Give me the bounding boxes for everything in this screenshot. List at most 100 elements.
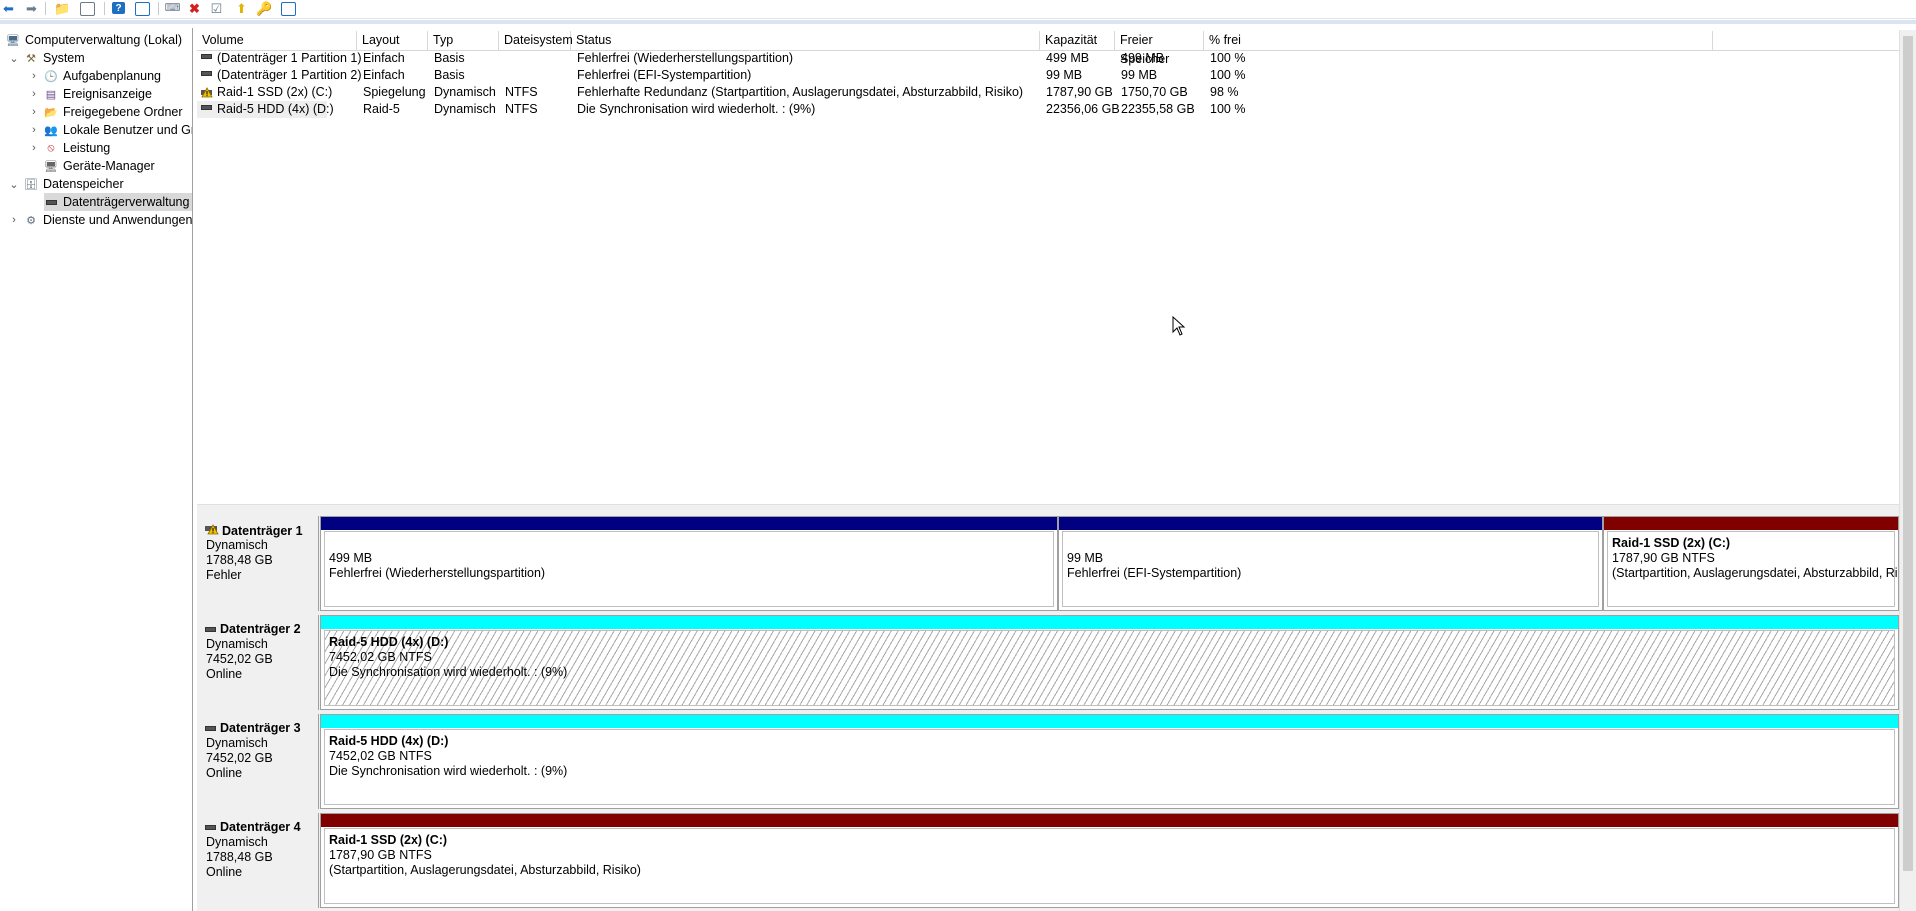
disk-label[interactable]: Datenträger 1 Dynamisch 1788,48 GB Fehle… xyxy=(197,516,319,611)
volume-row[interactable]: (Datenträger 1 Partition 1) Einfach Basi… xyxy=(197,50,1899,67)
disk-row[interactable]: Datenträger 2 Dynamisch 7452,02 GB Onlin… xyxy=(197,615,1899,712)
volume-prozent: 100 % xyxy=(1210,68,1246,82)
disk-row[interactable]: Datenträger 4 Dynamisch 1788,48 GB Onlin… xyxy=(197,813,1899,910)
partition-size: 1787,90 GB NTFS xyxy=(1612,551,1715,565)
volume-row[interactable]: Raid-1 SSD (2x) (C:) Spiegelung Dynamisc… xyxy=(197,84,1899,101)
partition-block[interactable]: Raid-1 SSD (2x) (C:) 1787,90 GB NTFS (St… xyxy=(1603,516,1899,611)
volume-prozent: 100 % xyxy=(1210,102,1246,116)
volume-dateisystem: NTFS xyxy=(505,102,538,116)
column-header-status[interactable]: Status xyxy=(571,31,1040,50)
partition-block[interactable]: Raid-1 SSD (2x) (C:) 1787,90 GB NTFS (St… xyxy=(320,813,1899,908)
export-icon[interactable]: ⬆ xyxy=(234,1,249,16)
chevron-right-icon[interactable]: › xyxy=(28,142,40,154)
volume-kapazitaet: 99 MB xyxy=(1046,68,1083,82)
disk-row[interactable]: Datenträger 1 Dynamisch 1788,48 GB Fehle… xyxy=(197,516,1899,613)
console-tree[interactable]: 🖥 Computerverwaltung (Lokal) ⌄ ⚒ System … xyxy=(0,28,193,911)
disk-row[interactable]: Datenträger 3 Dynamisch 7452,02 GB Onlin… xyxy=(197,714,1899,811)
vertical-scrollbar[interactable] xyxy=(1899,30,1916,911)
volume-kapazitaet: 22356,06 GB xyxy=(1046,102,1120,116)
back-icon[interactable]: ⬅ xyxy=(1,1,16,16)
tree-item-datentraegerverwaltung[interactable]: Datenträgerverwaltung xyxy=(44,193,192,211)
chevron-down-icon[interactable]: ⌄ xyxy=(8,52,20,65)
toolbar-divider xyxy=(0,20,1916,24)
computer-management-icon: 🖥 xyxy=(6,34,20,47)
volume-row[interactable]: (Datenträger 1 Partition 2) Einfach Basi… xyxy=(197,67,1899,84)
partition-block[interactable]: 499 MB Fehlerfrei (Wiederherstellungspar… xyxy=(320,516,1058,611)
volume-status: Die Synchronisation wird wiederholt. : (… xyxy=(577,102,816,116)
storage-icon: 🗄 xyxy=(24,178,38,191)
volume-row[interactable]: Raid-5 HDD (4x) (D:) Raid-5 Dynamisch NT… xyxy=(197,101,1899,118)
column-header-dateisystem[interactable]: Dateisystem xyxy=(499,31,573,50)
chevron-right-icon[interactable]: › xyxy=(28,106,40,118)
tree-item-computerverwaltung[interactable]: 🖥 Computerverwaltung (Lokal) xyxy=(6,31,182,49)
tree-item-geraete-manager[interactable]: 🖥 Geräte-Manager xyxy=(44,157,155,175)
chevron-right-icon[interactable]: › xyxy=(28,88,40,100)
partition-body: 499 MB Fehlerfrei (Wiederherstellungspar… xyxy=(324,531,1054,607)
disk-name: Datenträger 4 xyxy=(205,820,301,834)
tree-item-ereignisanzeige[interactable]: › ▤ Ereignisanzeige xyxy=(28,85,152,103)
volume-name: (Datenträger 1 Partition 1) xyxy=(217,51,362,65)
disk-label[interactable]: Datenträger 2 Dynamisch 7452,02 GB Onlin… xyxy=(197,615,319,710)
partition-status: Die Synchronisation wird wiederholt. : (… xyxy=(329,764,568,778)
partition-status: Die Synchronisation wird wiederholt. : (… xyxy=(329,665,568,679)
forward-icon[interactable]: ➡ xyxy=(24,1,39,16)
tree-item-freigegebene-ordner[interactable]: › 📂 Freigegebene Ordner xyxy=(28,103,183,121)
tree-label: Geräte-Manager xyxy=(63,159,155,173)
console-tree-icon[interactable] xyxy=(80,2,95,16)
chevron-right-icon[interactable]: › xyxy=(8,214,20,226)
volume-typ: Dynamisch xyxy=(434,102,496,116)
properties-icon[interactable] xyxy=(135,2,150,16)
column-header-kapazitaet[interactable]: Kapazität xyxy=(1040,31,1115,50)
column-header-layout[interactable]: Layout xyxy=(357,31,428,50)
disk-label[interactable]: Datenträger 4 Dynamisch 1788,48 GB Onlin… xyxy=(197,813,319,908)
volume-typ: Basis xyxy=(434,68,465,82)
disk-size: 7452,02 GB xyxy=(206,652,273,666)
disk-type: Dynamisch xyxy=(206,736,268,750)
scrollbar-thumb[interactable] xyxy=(1903,36,1913,871)
disk-name: Datenträger 1 xyxy=(205,523,303,538)
users-icon: 👥 xyxy=(44,124,58,137)
help-icon[interactable]: ? xyxy=(112,2,125,14)
volume-layout: Raid-5 xyxy=(363,102,400,116)
column-header-typ[interactable]: Typ xyxy=(428,31,499,50)
list-view-icon[interactable] xyxy=(281,2,296,16)
tree-item-aufgabenplanung[interactable]: › 🕒 Aufgabenplanung xyxy=(28,67,161,85)
tree-item-datenspeicher[interactable]: ⌄ 🗄 Datenspeicher xyxy=(8,175,123,193)
chevron-right-icon[interactable]: › xyxy=(28,70,40,82)
partition-block[interactable]: 99 MB Fehlerfrei (EFI-Systempartition) xyxy=(1058,516,1603,611)
device-manager-icon: 🖥 xyxy=(44,160,58,173)
event-viewer-icon: ▤ xyxy=(45,88,57,101)
disk-label[interactable]: Datenträger 3 Dynamisch 7452,02 GB Onlin… xyxy=(197,714,319,809)
tree-item-dienste[interactable]: › ⚙ Dienste und Anwendungen xyxy=(8,211,192,229)
partition-block[interactable]: Raid-5 HDD (4x) (D:) 7452,02 GB NTFS Die… xyxy=(320,615,1899,710)
delete-icon[interactable]: ✖ xyxy=(187,1,202,16)
volume-frei: 99 MB xyxy=(1121,68,1158,82)
disk-type: Dynamisch xyxy=(206,835,268,849)
up-folder-icon[interactable]: 📁 xyxy=(54,1,70,16)
chevron-down-icon[interactable]: ⌄ xyxy=(8,178,20,191)
volume-list[interactable]: Volume Layout Typ Dateisystem Status Kap… xyxy=(197,30,1899,504)
partition-color-bar xyxy=(1059,517,1602,530)
disk-graphical-view[interactable]: Datenträger 1 Dynamisch 1788,48 GB Fehle… xyxy=(197,509,1899,911)
tree-item-leistung[interactable]: › ⦸ Leistung xyxy=(28,139,110,157)
disk-action-icon[interactable]: 🔑 xyxy=(256,1,272,16)
disk-name-text: Datenträger 4 xyxy=(220,820,301,834)
partition-body: 99 MB Fehlerfrei (EFI-Systempartition) xyxy=(1062,531,1599,607)
performance-icon: ⦸ xyxy=(47,141,55,154)
tree-item-lokale-benutzer[interactable]: › 👥 Lokale Benutzer und Gr xyxy=(28,121,192,139)
chevron-right-icon[interactable]: › xyxy=(28,124,40,136)
connect-icon[interactable]: ⌨ xyxy=(165,1,181,16)
volume-name: Raid-5 HDD (4x) (D:) xyxy=(217,102,334,116)
partition-size: 499 MB xyxy=(329,551,373,565)
volume-typ: Basis xyxy=(434,51,465,65)
partition-block[interactable]: Raid-5 HDD (4x) (D:) 7452,02 GB NTFS Die… xyxy=(320,714,1899,809)
tree-item-system[interactable]: ⌄ ⚒ System xyxy=(8,49,84,67)
partition-title: Raid-1 SSD (2x) (C:) xyxy=(1612,536,1731,550)
column-header-volume[interactable]: Volume xyxy=(197,31,357,50)
mouse-cursor-icon xyxy=(1172,315,1186,336)
checkmark-icon[interactable]: ☑ xyxy=(209,1,224,16)
column-header-freier-speicher[interactable]: Freier Speicher xyxy=(1115,31,1204,66)
column-header-prozent-frei[interactable]: % frei xyxy=(1204,31,1713,50)
tree-label: Freigegebene Ordner xyxy=(63,105,183,119)
volume-prozent: 98 % xyxy=(1210,85,1239,99)
